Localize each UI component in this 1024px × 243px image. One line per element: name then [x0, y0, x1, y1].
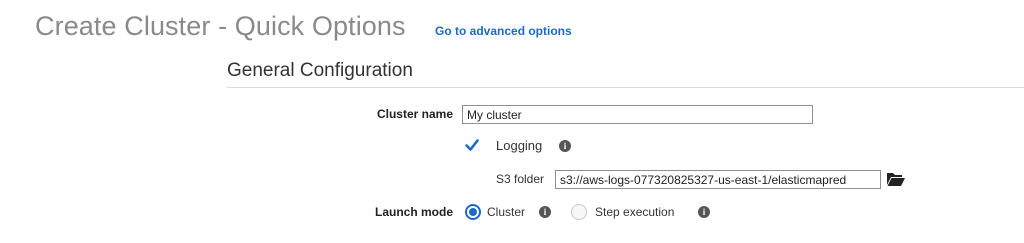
info-icon[interactable]: i	[559, 140, 571, 152]
radio-step-execution[interactable]	[571, 204, 587, 220]
s3-folder-label: S3 folder	[496, 172, 545, 186]
page-title: Create Cluster - Quick Options	[35, 11, 406, 41]
logging-label: Logging	[496, 138, 543, 153]
info-icon[interactable]: i	[698, 206, 710, 218]
radio-cluster[interactable]	[465, 204, 481, 220]
section-divider	[227, 87, 1024, 88]
cluster-name-input[interactable]	[462, 105, 813, 124]
radio-cluster-label: Cluster	[487, 205, 526, 219]
launch-mode-label: Launch mode	[374, 205, 453, 219]
info-icon[interactable]: i	[539, 206, 551, 218]
section-title: General Configuration	[227, 60, 413, 81]
cluster-name-label: Cluster name	[376, 107, 453, 121]
s3-folder-input[interactable]	[555, 170, 881, 189]
advanced-options-link[interactable]: Go to advanced options	[435, 24, 572, 38]
checkmark-icon	[465, 139, 479, 151]
folder-open-icon[interactable]	[887, 172, 905, 186]
radio-step-execution-label: Step execution	[595, 205, 675, 219]
logging-checkbox[interactable]	[464, 137, 480, 153]
